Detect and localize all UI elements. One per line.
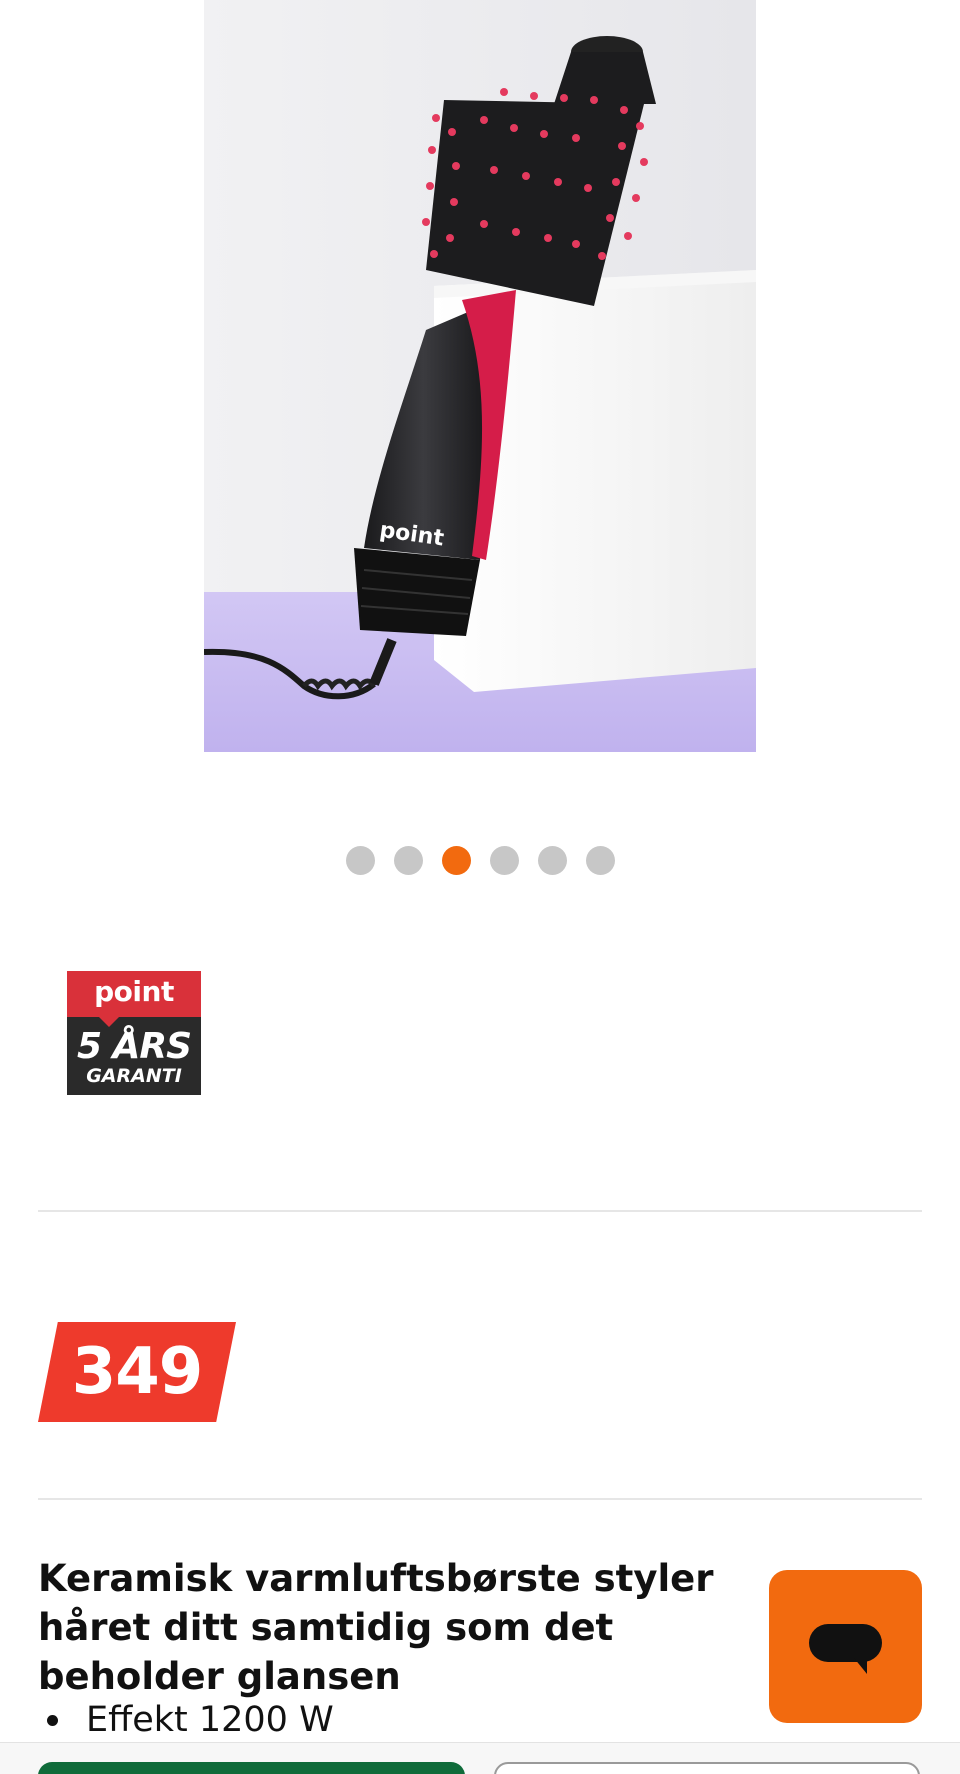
warranty-years: 5 ÅRS: [76, 1026, 192, 1067]
product-headline: Keramisk varmluftsbørste styler håret di…: [38, 1557, 714, 1698]
feature-list: Effekt 1200 W: [38, 1696, 334, 1744]
product-page: point point 5 ÅRS GARANTI 349 Keramisk v…: [0, 0, 960, 1774]
chat-bubble-icon: [809, 1624, 882, 1674]
bullet-icon: [47, 1715, 58, 1726]
warranty-badge: point 5 ÅRS GARANTI: [67, 971, 201, 1095]
secondary-action-button[interactable]: [494, 1762, 920, 1774]
price-tag: 349: [38, 1322, 236, 1422]
divider-bottom: [38, 1498, 922, 1500]
hair-dryer-brush-illustration: point: [204, 0, 756, 752]
price-value: 349: [71, 1335, 204, 1409]
gallery-dot-5[interactable]: [537, 846, 567, 875]
chat-button[interactable]: [769, 1570, 922, 1723]
gallery-dot-3-active[interactable]: [441, 846, 471, 875]
gallery-dot-4[interactable]: [489, 846, 519, 875]
product-image[interactable]: point: [204, 0, 756, 752]
gallery-dot-2[interactable]: [393, 846, 423, 875]
gallery-dot-1[interactable]: [345, 846, 375, 875]
gallery-dot-6[interactable]: [585, 846, 615, 875]
warranty-label: GARANTI: [86, 1065, 182, 1087]
feature-text: Effekt 1200 W: [86, 1700, 334, 1740]
feature-item: Effekt 1200 W: [38, 1696, 334, 1744]
add-to-cart-button[interactable]: [38, 1762, 465, 1774]
divider-top: [38, 1210, 922, 1212]
gallery-pagination: [0, 846, 960, 875]
warranty-brand-logo: point: [94, 975, 174, 1008]
